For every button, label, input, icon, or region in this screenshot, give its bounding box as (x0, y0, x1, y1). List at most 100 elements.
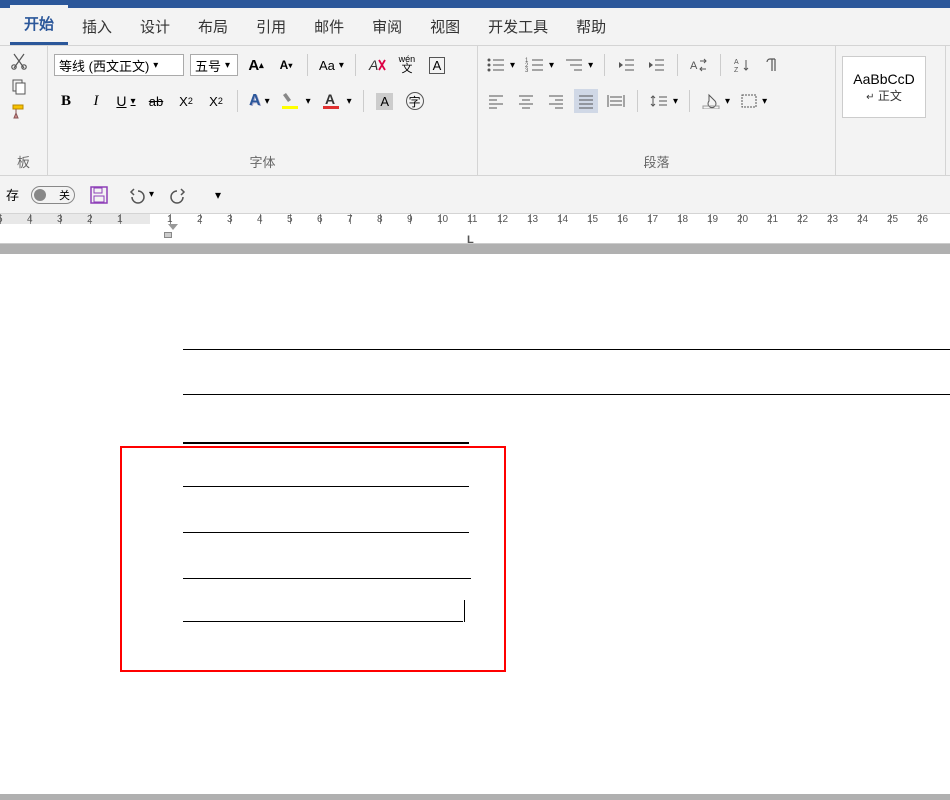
separator (720, 54, 721, 76)
multilevel-list-button[interactable]: ▾ (562, 53, 595, 77)
ruler-tick: 3 (230, 214, 260, 224)
hanging-indent-marker[interactable] (164, 232, 172, 238)
ruler-tick: 4 (260, 214, 290, 224)
align-center-button[interactable] (514, 89, 538, 113)
ruler-tick: 6 (320, 214, 350, 224)
svg-text:A: A (734, 59, 739, 66)
paragraph-group: ▾ 123▾ ▾ A AZ ▾ ▾ (478, 46, 836, 175)
numbering-button[interactable]: 123▾ (523, 53, 556, 77)
subscript-button[interactable]: X2 (174, 89, 198, 113)
separator (689, 90, 690, 112)
underline-line (183, 349, 950, 350)
svg-text:3: 3 (525, 68, 529, 73)
borders-button[interactable]: ▾ (738, 89, 769, 113)
underline-line (183, 486, 469, 487)
align-distributed-button[interactable] (604, 89, 628, 113)
page[interactable] (0, 254, 950, 794)
ruler-tick: 13 (530, 214, 560, 224)
ruler-tick: 15 (590, 214, 620, 224)
separator (307, 54, 308, 76)
line-spacing-button[interactable]: ▾ (647, 89, 680, 113)
increase-indent-button[interactable] (644, 53, 668, 77)
superscript-button[interactable]: X2 (204, 89, 228, 113)
clear-formatting-button[interactable]: A (365, 53, 389, 77)
ruler-tick: 8 (380, 214, 410, 224)
italic-button[interactable]: I (84, 89, 108, 113)
tab-mail[interactable]: 邮件 (300, 8, 358, 45)
ruler-tick: 1 (120, 214, 150, 224)
align-left-button[interactable] (484, 89, 508, 113)
decrease-indent-button[interactable] (614, 53, 638, 77)
format-painter-button[interactable] (6, 100, 32, 122)
tab-developer[interactable]: 开发工具 (474, 8, 562, 45)
ruler-tick: 7 (350, 214, 380, 224)
redo-button[interactable] (168, 183, 192, 207)
underline-line (183, 621, 463, 622)
style-name: ↵ 正文 (866, 87, 902, 104)
underline-line (183, 578, 471, 579)
tab-insert[interactable]: 插入 (68, 8, 126, 45)
ruler-tick: 3 (60, 214, 90, 224)
title-bar (0, 0, 950, 8)
separator (677, 54, 678, 76)
align-justify-button[interactable] (574, 89, 598, 113)
tab-home[interactable]: 开始 (10, 5, 68, 45)
tab-design[interactable]: 设计 (126, 8, 184, 45)
separator (363, 90, 364, 112)
ruler-tick: 26 (920, 214, 950, 224)
ruler-tick: 5 (0, 214, 30, 224)
clipboard-group: 板 (0, 46, 48, 175)
highlight-button[interactable]: ▾ (278, 89, 313, 113)
ruler-tick: 5 (290, 214, 320, 224)
grow-font-button[interactable]: A▴ (244, 53, 268, 77)
annotation-red-box (120, 446, 506, 672)
style-normal[interactable]: AaBbCcD ↵ 正文 (842, 56, 926, 118)
tab-view[interactable]: 视图 (416, 8, 474, 45)
first-line-indent-marker[interactable] (168, 224, 178, 230)
tab-references[interactable]: 引用 (242, 8, 300, 45)
qat-customize-button[interactable]: ▾ (204, 183, 228, 207)
underline-button[interactable]: U▾ (114, 89, 138, 113)
autosave-toggle[interactable]: 关 (31, 186, 75, 204)
strikethrough-button[interactable]: ab (144, 89, 168, 113)
character-shading-button[interactable]: A (373, 89, 397, 113)
separator (237, 90, 238, 112)
shading-button[interactable]: ▾ (699, 89, 732, 113)
bold-button[interactable]: B (54, 89, 78, 113)
svg-text:A: A (690, 60, 698, 72)
ribbon-tabs: 开始 插入 设计 布局 引用 邮件 审阅 视图 开发工具 帮助 (0, 8, 950, 46)
autosave-label: 存 (6, 185, 19, 204)
cut-button[interactable] (6, 50, 32, 72)
ruler-tick: 9 (410, 214, 440, 224)
tab-layout[interactable]: 布局 (184, 8, 242, 45)
character-border-button[interactable]: A (425, 53, 449, 77)
change-case-button[interactable]: Aa▾ (317, 53, 346, 77)
shrink-font-button[interactable]: A▾ (274, 53, 298, 77)
font-name-dropdown[interactable]: 等线 (西文正文)▾ (54, 54, 184, 76)
undo-button[interactable]: ▾ (123, 183, 156, 207)
enclose-button[interactable]: 字 (403, 89, 427, 113)
sort-button[interactable]: AZ (730, 53, 754, 77)
ruler-tick: 24 (860, 214, 890, 224)
align-right-button[interactable] (544, 89, 568, 113)
paragraph-marks-button[interactable] (760, 53, 784, 77)
svg-text:A: A (368, 57, 378, 73)
phonetic-guide-button[interactable]: wén文 (395, 53, 419, 77)
horizontal-ruler[interactable]: 5432112345678910111213141516171819202122… (0, 214, 950, 244)
text-effects-button[interactable]: A▾ (247, 89, 272, 113)
tab-stop-marker[interactable]: L (467, 234, 474, 244)
save-button[interactable] (87, 183, 111, 207)
clipboard-group-label: 板 (6, 150, 41, 173)
ruler-tick: 4 (30, 214, 60, 224)
font-color-button[interactable]: A▾ (319, 89, 354, 113)
font-size-dropdown[interactable]: 五号▾ (190, 54, 238, 76)
chevron-down-icon: ▾ (153, 60, 158, 71)
ruler-tick: 22 (800, 214, 830, 224)
tab-review[interactable]: 审阅 (358, 8, 416, 45)
text-direction-button[interactable]: A (687, 53, 711, 77)
ruler-tick: 23 (830, 214, 860, 224)
ruler-tick: 14 (560, 214, 590, 224)
bullets-button[interactable]: ▾ (484, 53, 517, 77)
copy-button[interactable] (6, 75, 32, 97)
tab-help[interactable]: 帮助 (562, 8, 620, 45)
